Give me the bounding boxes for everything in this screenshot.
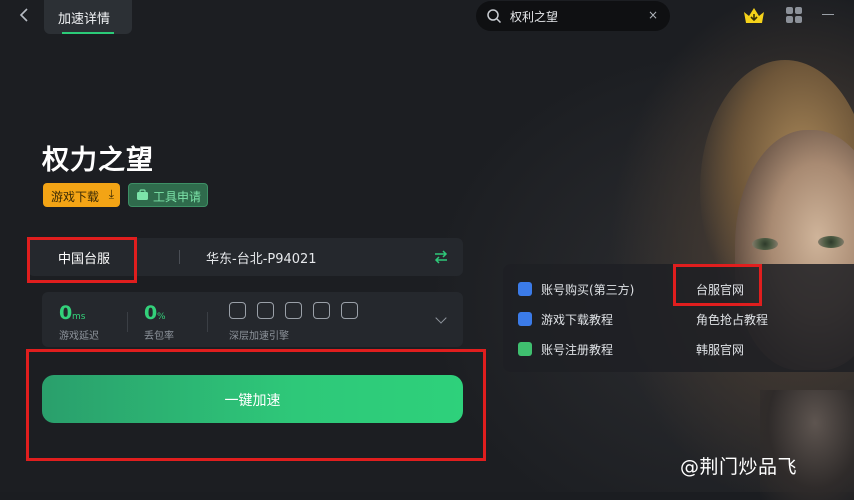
expand-chevron-icon[interactable] (435, 312, 447, 324)
annotation-box-accelerate (26, 349, 486, 461)
divider (127, 312, 128, 332)
hero-collar (760, 390, 854, 500)
latency-value: 0 (59, 302, 73, 324)
divider (179, 250, 180, 264)
back-button[interactable] (14, 4, 36, 26)
screen-feature-icon (257, 302, 274, 319)
search-icon (487, 9, 502, 24)
game-title: 权力之望 (42, 145, 154, 176)
download-tutorial-icon (518, 312, 532, 326)
tool-apply-label: 工具申请 (153, 190, 202, 204)
tab-acceleration-details[interactable]: 加速详情 (44, 0, 132, 34)
link-feature-icon (285, 302, 302, 319)
game-download-label: 游戏下载 (51, 190, 100, 204)
gauge-feature-icon (341, 302, 358, 319)
link-download-tutorial[interactable]: 游戏下载教程 (541, 311, 613, 328)
server-node[interactable]: 华东-台北-P94021 (206, 248, 317, 267)
search-input[interactable]: 权利之望 × (476, 1, 670, 31)
code-feature-icon (229, 302, 246, 319)
annotation-box-official-site (673, 264, 762, 306)
bolt-feature-icon (313, 302, 330, 319)
annotation-box-region (27, 237, 137, 283)
link-kr-official-site[interactable]: 韩服官网 (696, 341, 744, 358)
tool-apply-tag[interactable]: 工具申请 (128, 183, 208, 207)
latency-label: 游戏延迟 (59, 331, 99, 342)
hero-eye-right (818, 236, 844, 248)
tab-label: 加速详情 (58, 12, 111, 27)
cart-icon (518, 282, 532, 296)
game-download-tag[interactable]: 游戏下载 ⤓ (43, 183, 120, 207)
packet-loss-label: 丢包率 (144, 331, 174, 342)
packet-loss-unit: % (157, 312, 166, 322)
download-icon: ⤓ (108, 187, 114, 201)
chevron-left-icon (19, 8, 28, 22)
packet-loss-value: 0 (144, 302, 158, 324)
register-icon (518, 342, 532, 356)
divider (207, 312, 208, 332)
link-character-reserve[interactable]: 角色抢占教程 (696, 311, 768, 328)
apps-grid-icon[interactable] (786, 7, 802, 23)
search-value: 权利之望 (510, 10, 559, 24)
latency-unit: ms (72, 312, 86, 322)
watermark: @荆门炒品飞 (680, 456, 798, 478)
minimize-button[interactable] (822, 14, 834, 15)
switch-node-icon[interactable] (433, 249, 449, 265)
toolbox-icon (137, 189, 148, 200)
vip-crown-icon[interactable] (742, 4, 766, 26)
hero-eye-left (752, 238, 778, 250)
clear-search-button[interactable]: × (648, 8, 658, 22)
engine-label: 深层加速引擎 (229, 331, 289, 342)
tab-underline (62, 32, 114, 34)
link-register-tutorial[interactable]: 账号注册教程 (541, 341, 613, 358)
link-account-purchase[interactable]: 账号购买(第三方) (541, 281, 634, 298)
stats-panel: 0 ms 游戏延迟 0 % 丢包率 深层加速引擎 (42, 292, 463, 347)
